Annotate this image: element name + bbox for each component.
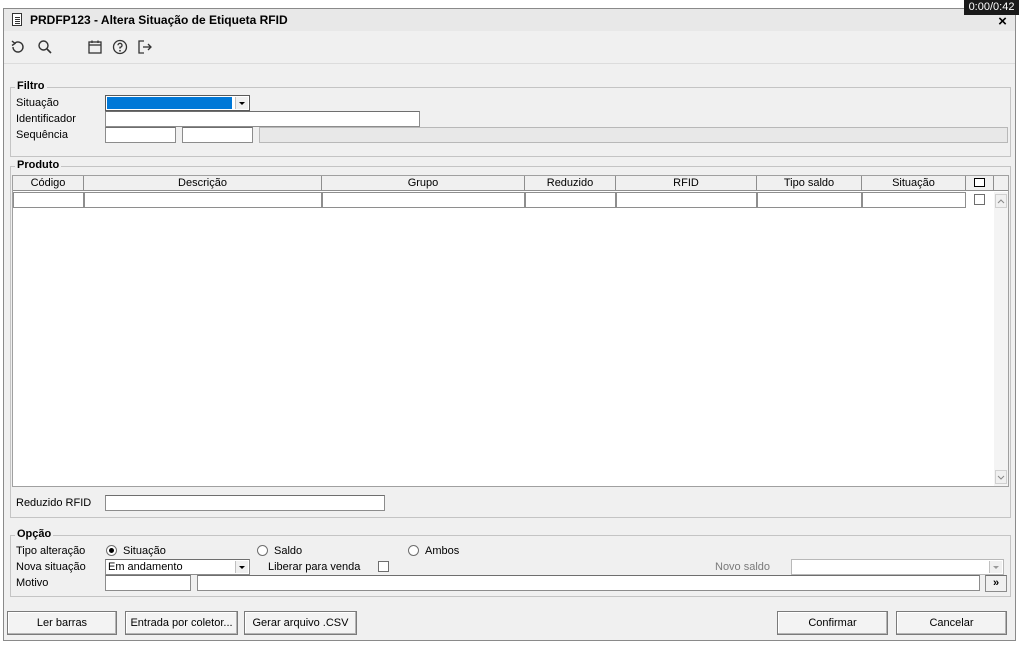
scroll-down-icon[interactable] — [995, 470, 1007, 484]
window-title: PRDFP123 - Altera Situação de Etiqueta R… — [30, 13, 288, 27]
radio-situacao[interactable] — [106, 545, 117, 556]
col-header-tipo-saldo[interactable]: Tipo saldo — [757, 176, 862, 191]
table-row[interactable] — [322, 192, 525, 208]
liberar-venda-checkbox[interactable] — [378, 561, 389, 572]
col-header-grupo[interactable]: Grupo — [322, 176, 525, 191]
cancelar-button[interactable]: Cancelar — [896, 611, 1007, 635]
opcao-title: Opção — [15, 528, 54, 540]
table-row[interactable] — [13, 192, 84, 208]
close-button[interactable]: × — [994, 14, 1011, 29]
situacao-selection — [107, 97, 232, 109]
situacao-dropdown[interactable] — [105, 95, 250, 111]
ler-barras-button[interactable]: Ler barras — [7, 611, 117, 635]
novo-saldo-dropdown — [791, 559, 1004, 575]
situacao-label: Situação — [16, 97, 59, 109]
chevron-down-icon — [989, 561, 1002, 573]
reduzido-rfid-input[interactable] — [105, 495, 385, 511]
col-header-reduzido[interactable]: Reduzido — [525, 176, 616, 191]
entrada-coletor-button[interactable]: Entrada por coletor... — [125, 611, 238, 635]
scroll-up-icon[interactable] — [995, 194, 1007, 208]
motivo-description-input[interactable] — [197, 575, 980, 591]
reduzido-rfid-label: Reduzido RFID — [16, 497, 92, 509]
gerar-csv-button[interactable]: Gerar arquivo .CSV — [244, 611, 357, 635]
motivo-label: Motivo — [16, 577, 49, 589]
table-row[interactable] — [525, 192, 616, 208]
radio-saldo-label[interactable]: Saldo — [274, 545, 302, 557]
document-icon — [12, 13, 22, 26]
col-header-rfid[interactable]: RFID — [616, 176, 757, 191]
motivo-code-input[interactable] — [105, 575, 191, 591]
sequencia-to-input[interactable] — [182, 127, 253, 143]
title-bar: PRDFP123 - Altera Situação de Etiqueta R… — [4, 9, 1015, 32]
select-all-header[interactable] — [966, 176, 994, 191]
help-icon[interactable] — [112, 39, 128, 55]
nova-situacao-label: Nova situação — [16, 561, 86, 573]
tipo-alteracao-label: Tipo alteração — [16, 545, 86, 557]
sequencia-description — [259, 127, 1008, 143]
col-header-codigo[interactable]: Código — [13, 176, 84, 191]
exit-icon[interactable] — [137, 39, 153, 55]
produto-grid[interactable]: Código Descrição Grupo Reduzido RFID Tip… — [12, 175, 1009, 487]
chevron-down-icon[interactable] — [235, 561, 248, 573]
select-all-checkbox[interactable] — [974, 178, 985, 187]
search-icon[interactable] — [37, 39, 53, 55]
produto-title: Produto — [15, 159, 62, 171]
refresh-icon[interactable] — [10, 39, 26, 55]
radio-ambos[interactable] — [408, 545, 419, 556]
radio-saldo[interactable] — [257, 545, 268, 556]
sequencia-label: Sequência — [16, 129, 68, 141]
row-checkbox[interactable] — [974, 194, 985, 205]
radio-ambos-label[interactable]: Ambos — [425, 545, 459, 557]
app-window: PRDFP123 - Altera Situação de Etiqueta R… — [3, 8, 1016, 641]
grid-scrollbar[interactable] — [994, 192, 1008, 486]
novo-saldo-label: Novo saldo — [715, 561, 771, 573]
header-filler — [994, 176, 1008, 191]
radio-situacao-label[interactable]: Situação — [123, 545, 166, 557]
confirmar-button[interactable]: Confirmar — [777, 611, 888, 635]
nova-situacao-dropdown[interactable]: Em andamento — [105, 559, 250, 575]
calendar-icon[interactable] — [87, 39, 103, 55]
table-row[interactable] — [862, 192, 966, 208]
motivo-lookup-button[interactable]: » — [985, 575, 1007, 592]
col-header-situacao[interactable]: Situação — [862, 176, 966, 191]
filtro-title: Filtro — [15, 80, 47, 92]
identificador-input[interactable] — [105, 111, 420, 127]
table-row[interactable] — [616, 192, 757, 208]
identificador-label: Identificador — [16, 113, 76, 125]
table-row[interactable] — [757, 192, 862, 208]
col-header-descricao[interactable]: Descrição — [84, 176, 322, 191]
playback-timer: 0:00/0:42 — [964, 0, 1019, 15]
liberar-venda-label: Liberar para venda — [268, 561, 361, 573]
toolbar — [4, 31, 1015, 64]
chevron-down-icon[interactable] — [235, 97, 248, 109]
table-row[interactable] — [84, 192, 322, 208]
sequencia-from-input[interactable] — [105, 127, 176, 143]
nova-situacao-value: Em andamento — [108, 561, 183, 573]
